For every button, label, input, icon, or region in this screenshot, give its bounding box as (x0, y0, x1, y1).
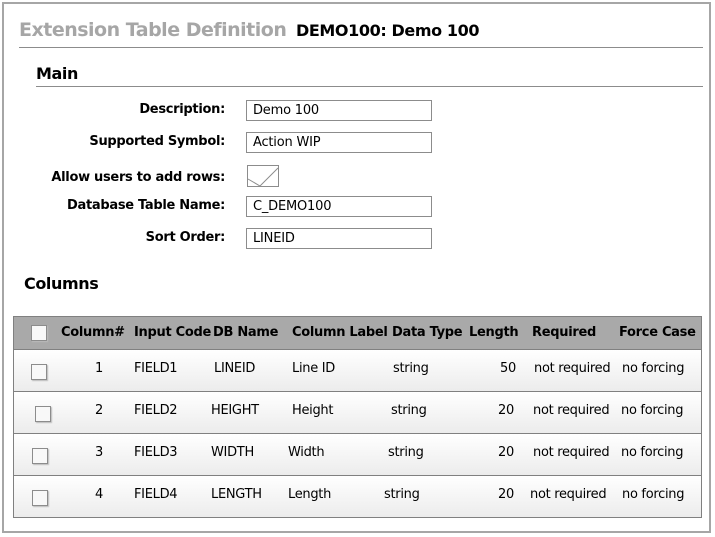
db-table-name-label: Database Table Name: (67, 198, 225, 213)
cell-db-name: LENGTH (211, 487, 262, 502)
header-divider (19, 47, 703, 48)
header-length[interactable]: Length (469, 325, 519, 340)
header-column-label[interactable]: Column Label (292, 325, 388, 340)
columns-section-title: Columns (24, 274, 99, 293)
cell-input-code: FIELD4 (134, 487, 178, 502)
cell-length: 20 (498, 403, 514, 418)
cell-force-case: no forcing (622, 487, 685, 502)
cell-column-label: Line ID (292, 361, 335, 376)
cell-column-label: Width (288, 445, 325, 460)
supported-symbol-label: Supported Symbol: (89, 134, 225, 149)
header-data-type[interactable]: Data Type (392, 325, 463, 340)
header-input-code[interactable]: Input Code (134, 325, 211, 340)
cell-column-label: Length (288, 487, 332, 502)
page-title: Extension Table Definition (19, 19, 287, 41)
sort-order-input[interactable]: LINEID (246, 228, 432, 249)
cell-length: 20 (498, 445, 514, 460)
cell-column-num: 4 (95, 487, 103, 502)
cell-input-code: FIELD3 (134, 445, 178, 460)
columns-table: Column# Input Code DB Name Column Label … (13, 316, 702, 518)
description-input[interactable]: Demo 100 (246, 100, 432, 121)
cell-force-case: no forcing (621, 445, 684, 460)
cell-db-name: HEIGHT (211, 403, 259, 418)
row-checkbox[interactable] (32, 490, 48, 506)
cell-column-num: 2 (95, 403, 103, 418)
cell-column-num: 1 (95, 361, 103, 376)
extension-table-window: Extension Table Definition DEMO100: Demo… (2, 2, 711, 533)
cell-input-code: FIELD1 (134, 361, 178, 376)
supported-symbol-input[interactable]: Action WIP (246, 132, 432, 153)
row-checkbox[interactable] (31, 364, 47, 380)
record-title: DEMO100: Demo 100 (296, 21, 480, 40)
table-row[interactable]: 1 FIELD1 LINEID Line ID string 50 not re… (14, 350, 701, 392)
select-all-checkbox[interactable] (31, 325, 47, 341)
cell-length: 50 (500, 361, 516, 376)
cell-column-label: Height (292, 403, 334, 418)
cell-force-case: no forcing (622, 361, 685, 376)
cell-data-type: string (393, 361, 429, 376)
table-row[interactable]: 3 FIELD3 WIDTH Width string 20 not requi… (14, 434, 701, 476)
db-table-name-input[interactable]: C_DEMO100 (246, 196, 432, 217)
header-force-case[interactable]: Force Case (619, 325, 696, 340)
description-label: Description: (139, 102, 225, 117)
cell-required: not required (533, 403, 610, 418)
cell-data-type: string (388, 445, 424, 460)
allow-add-rows-checkbox[interactable] (247, 165, 279, 187)
header-required[interactable]: Required (532, 325, 596, 340)
cell-db-name: WIDTH (211, 445, 254, 460)
sort-order-label: Sort Order: (145, 230, 226, 245)
main-divider (36, 86, 703, 87)
cell-required: not required (533, 445, 610, 460)
main-section-title: Main (36, 64, 78, 83)
cell-data-type: string (384, 487, 420, 502)
cell-input-code: FIELD2 (134, 403, 178, 418)
table-header: Column# Input Code DB Name Column Label … (14, 317, 701, 350)
row-checkbox[interactable] (35, 406, 51, 422)
cell-force-case: no forcing (621, 403, 684, 418)
cell-column-num: 3 (95, 445, 103, 460)
cell-length: 20 (498, 487, 514, 502)
cell-db-name: LINEID (214, 361, 256, 376)
row-checkbox[interactable] (32, 448, 48, 464)
header-column-num[interactable]: Column# (61, 325, 125, 340)
header-db-name[interactable]: DB Name (213, 325, 278, 340)
table-row[interactable]: 4 FIELD4 LENGTH Length string 20 not req… (14, 476, 701, 517)
cell-required: not required (534, 361, 611, 376)
allow-add-rows-label: Allow users to add rows: (51, 170, 225, 185)
table-row[interactable]: 2 FIELD2 HEIGHT Height string 20 not req… (14, 392, 701, 434)
cell-data-type: string (391, 403, 427, 418)
cell-required: not required (530, 487, 607, 502)
